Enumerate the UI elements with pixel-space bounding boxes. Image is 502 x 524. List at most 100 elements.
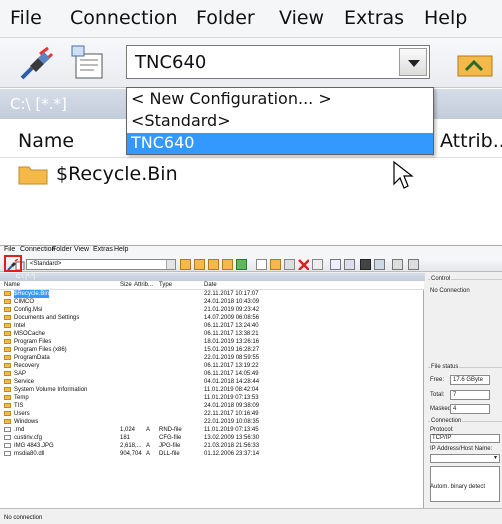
table-row[interactable]: .rnd 1,024 A RND-file 11.01.2019 07:13:45 xyxy=(0,426,424,434)
folder-icon xyxy=(4,371,11,376)
menu-folder[interactable]: Folder xyxy=(196,7,255,29)
menu-bar: File Connection Folder View Extras Help xyxy=(0,0,502,38)
menu-view[interactable]: View xyxy=(74,246,89,253)
table-row[interactable]: SAP 06.11.2017 14:05:49 xyxy=(0,370,424,378)
table-row[interactable]: Config.Msi 21.01.2019 09:23:42 xyxy=(0,306,424,314)
screen-icon[interactable] xyxy=(392,259,403,270)
table-row[interactable]: System Volume Information 11.01.2019 08:4… xyxy=(0,386,424,394)
dropdown-option-new[interactable]: < New Configuration... > xyxy=(127,89,433,110)
menu-folder[interactable]: Folder xyxy=(52,246,72,253)
folder-icon xyxy=(4,339,11,344)
row-attrib: A xyxy=(146,443,151,449)
menu-view[interactable]: View xyxy=(279,7,324,29)
dropdown-option-standard[interactable]: <Standard> xyxy=(127,111,433,132)
table-row[interactable]: TIS 24.01.2018 09:38:09 xyxy=(0,402,424,410)
copy-icon[interactable] xyxy=(270,259,281,270)
delete-icon[interactable] xyxy=(298,259,309,270)
row-type: CFG-file xyxy=(159,435,182,441)
details-view-icon[interactable] xyxy=(344,259,355,270)
table-row[interactable]: custinv.cfg 181 CFG-file 13.02.2009 13:56:3… xyxy=(0,434,424,442)
table-row[interactable]: Intel 06.11.2017 13:24:40 xyxy=(0,322,424,330)
row-name: ProgramData xyxy=(14,355,50,361)
folder-up-icon[interactable] xyxy=(180,259,191,270)
table-row[interactable]: MSOCache 06.11.2017 13:38:21 xyxy=(0,330,424,338)
row-name: Program Files (x86) xyxy=(14,347,67,353)
menu-help[interactable]: Help xyxy=(114,246,128,253)
menu-file[interactable]: File xyxy=(10,7,42,29)
protocol-field[interactable]: TCP/IP xyxy=(430,434,500,443)
folder-icon xyxy=(4,403,11,408)
table-row[interactable]: Recovery 06.11.2017 13:19:22 xyxy=(0,362,424,370)
row-date: 18.01.2019 13:26:16 xyxy=(204,339,260,345)
total-value: 7 xyxy=(453,392,457,398)
column-name[interactable]: Name xyxy=(4,281,20,289)
file-list-header: Name Size Attrib... Type Date xyxy=(0,281,424,290)
row-name: custinv.cfg xyxy=(14,435,42,441)
configuration-select[interactable]: TNC640 xyxy=(126,45,430,79)
row-date: 14.07.2009 06:08:56 xyxy=(204,315,260,321)
connect-highlight-box xyxy=(4,255,22,272)
edit-icon[interactable] xyxy=(284,259,295,270)
folder-up-icon[interactable] xyxy=(456,50,496,78)
connect-plug-icon[interactable] xyxy=(18,44,56,82)
folder-root-icon[interactable] xyxy=(208,259,219,270)
connection-label: Connection xyxy=(430,418,463,425)
column-attrib[interactable]: Attrib... xyxy=(440,130,502,152)
column-attrib[interactable]: Attrib... xyxy=(134,281,153,289)
chevron-down-icon[interactable] xyxy=(399,48,427,76)
table-row[interactable]: Temp 11.01.2019 07:13:53 xyxy=(0,394,424,402)
new-file-icon[interactable] xyxy=(256,259,267,270)
table-row[interactable]: Documents and Settings 14.07.2009 06:08:5… xyxy=(0,314,424,322)
configuration-icon[interactable] xyxy=(70,44,110,82)
table-row[interactable]: Windows 22.01.2019 10:08:35 xyxy=(0,418,424,426)
large-icons-view-icon[interactable] xyxy=(330,259,341,270)
row-name: Intel xyxy=(14,323,26,329)
column-size[interactable]: Size xyxy=(120,281,132,289)
table-row[interactable]: ProgramData 22.01.2019 08:59:55 xyxy=(0,354,424,362)
menu-connection[interactable]: Connection xyxy=(20,246,55,253)
folder-icon xyxy=(4,331,11,336)
transfer-icon[interactable] xyxy=(374,259,385,270)
terminal-icon[interactable] xyxy=(360,259,371,270)
folder-icon xyxy=(4,307,11,312)
row-date: 24.01.2018 10:43:09 xyxy=(204,299,260,305)
table-row[interactable]: msdia80.dll 904,704 A DLL-file 01.12.2006 23… xyxy=(0,450,424,458)
folder-icon xyxy=(4,419,11,424)
table-row[interactable]: IMG 4843.JPG 2,618,... A JPG-file 21.03.2018… xyxy=(0,442,424,450)
control-group: Control No Connection xyxy=(428,276,502,359)
chevron-down-icon[interactable] xyxy=(166,260,175,269)
table-row[interactable]: CIMCO 24.01.2018 10:43:09 xyxy=(0,298,424,306)
row-date: 06.11.2017 14:05:49 xyxy=(204,371,259,377)
dropdown-option-tnc640[interactable]: TNC640 xyxy=(127,133,433,154)
chevron-down-icon[interactable]: ▾ xyxy=(494,455,497,462)
menu-bar: File Connection Folder View Extras Help xyxy=(0,246,502,257)
menu-connection[interactable]: Connection xyxy=(70,7,178,29)
row-attrib: A xyxy=(146,427,151,433)
table-row[interactable]: Program Files 18.01.2019 13:26:16 xyxy=(0,338,424,346)
ip-select[interactable]: ▾ xyxy=(430,454,500,463)
menu-extras[interactable]: Extras xyxy=(344,7,404,29)
path-text: C:\ [*.*] xyxy=(10,95,67,113)
edit-pencil-icon[interactable] xyxy=(408,259,419,270)
folder-icon xyxy=(4,379,11,384)
row-date: 04.01.2018 14:28:44 xyxy=(204,379,260,385)
column-type[interactable]: Type xyxy=(159,281,172,289)
menu-file[interactable]: File xyxy=(4,246,15,253)
column-date[interactable]: Date xyxy=(204,281,217,289)
menu-help[interactable]: Help xyxy=(424,7,467,29)
folder-open-icon[interactable] xyxy=(222,259,233,270)
table-row[interactable]: Program Files (x86) 15.01.2019 16:28:27 xyxy=(0,346,424,354)
folder-new-icon[interactable] xyxy=(194,259,205,270)
configuration-select[interactable]: <Standard> xyxy=(26,259,176,270)
rename-icon[interactable] xyxy=(312,259,323,270)
row-name: Recovery xyxy=(14,363,40,369)
refresh-icon[interactable] xyxy=(236,259,247,270)
table-row[interactable]: Users 22.11.2017 10:16:49 xyxy=(0,410,424,418)
row-date: 01.12.2006 23:37:14 xyxy=(204,451,260,457)
file-status-group: File status Free: 17.6 GByte Total: 7 Ma… xyxy=(428,364,502,414)
column-name[interactable]: Name xyxy=(18,130,74,152)
menu-extras[interactable]: Extras xyxy=(93,246,113,253)
row-name: .rnd xyxy=(14,427,25,433)
table-row[interactable]: Service 04.01.2018 14:28:44 xyxy=(0,378,424,386)
table-row[interactable]: $Recycle.Bin 22.11.2017 10:17:07 xyxy=(0,290,424,298)
